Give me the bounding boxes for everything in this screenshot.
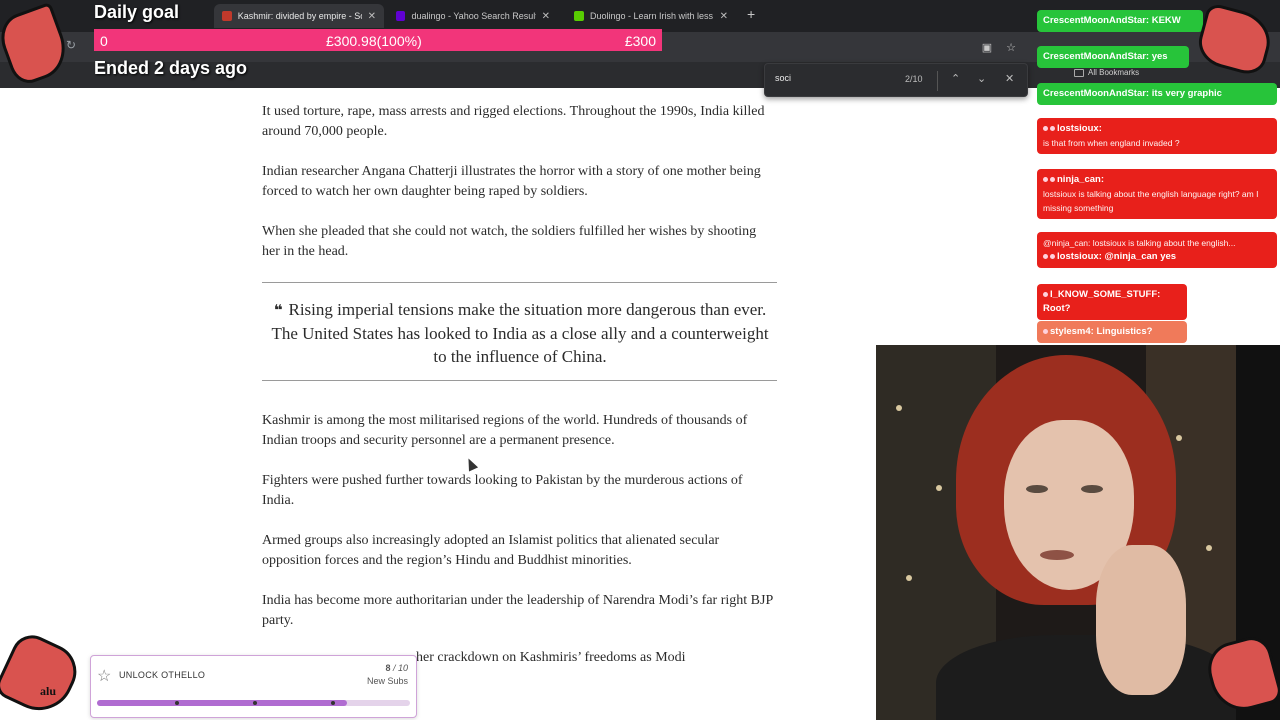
quote-icon: ❝ [273,301,283,319]
article-partial-line: her crackdown on Kashmiris’ freedoms as … [416,650,686,665]
tab-label: dualingo - Yahoo Search Results [411,11,536,21]
sub-goal-caption: New Subs [366,676,408,686]
mouse-cursor-icon [463,456,479,472]
pattern-dot [1206,545,1212,551]
article-paragraph: India has become more authoritarian unde… [262,593,773,628]
previous-match-icon[interactable]: ⌃ [951,72,960,85]
goal-status: Ended 2 days ago [94,58,248,78]
goal-start: 0 [100,33,108,49]
heart-badge-icon [1043,126,1048,131]
article-paragraph: Fighters were pushed further towards loo… [262,473,743,508]
pullquote: ❝ Rising imperial tensions make the situa… [270,298,770,368]
chat-message: stylesm4: Linguistics? [1037,321,1187,343]
star-icon: ☆ [97,668,112,685]
bookmark-star-icon[interactable]: ☆ [1004,40,1018,54]
heart-badge-icon [1043,292,1048,297]
folder-icon [1074,68,1084,77]
sub-goal-tick [253,701,257,705]
heart-badge-icon [1043,329,1048,334]
sub-goal-tick [175,701,179,705]
person-mouth [1040,550,1074,560]
chat-message: CrescentMoonAndStar: its very graphic [1037,83,1277,105]
find-match-count: 2/10 [905,74,923,84]
sub-badge-icon [1050,126,1055,131]
article-paragraph: Indian researcher Angana Chatterji illus… [262,164,761,199]
sub-badge-icon [1050,177,1055,182]
chat-message: CrescentMoonAndStar: KEKW [1037,10,1203,32]
person-shirt [936,635,1236,720]
chat-message: ninja_can: lostsioux is talking about th… [1037,169,1277,219]
sub-goal-fill [97,700,348,706]
sub-goal-count: 8 / 10 [385,663,408,673]
heart-badge-icon [1043,177,1048,182]
pattern-dot [896,405,902,411]
pattern-dot [906,575,912,581]
tab-yahoo[interactable]: dualingo - Yahoo Search Results ✕ [388,4,558,28]
article-paragraph: It used torture, rape, mass arrests and … [262,104,765,139]
sub-goal-widget: ☆ UNLOCK OTHELLO 8 / 10 New Subs [90,655,417,718]
goal-target: £300 [624,33,656,49]
chat-message: CrescentMoonAndStar: yes [1037,46,1189,68]
close-tab-icon[interactable]: ✕ [720,11,728,22]
pullquote-text: Rising imperial tensions make the situat… [271,300,769,366]
sub-badge-icon [1050,254,1055,259]
chat-message: lostsioux: is that from when england inv… [1037,118,1277,154]
find-in-page-bar: 2/10 ⌃ ⌄ ✕ [764,63,1028,97]
new-tab-button[interactable]: + [747,6,755,22]
pullquote-bottom-rule [262,380,777,381]
chat-message: I_KNOW_SOME_STUFF: Root? [1037,284,1187,320]
close-find-icon[interactable]: ✕ [1005,72,1014,85]
all-bookmarks-folder[interactable]: All Bookmarks [1074,68,1139,77]
pullquote-top-rule [262,282,777,283]
article-paragraph: Armed groups also increasingly adopted a… [262,533,720,568]
goal-title: Daily goal [94,2,180,22]
sub-goal-track [97,700,410,706]
overlay-side-text: alu [40,684,57,698]
goal-current: £300.98(100%) [326,33,422,49]
article-paragraph: Kashmir is among the most militarised re… [262,413,748,448]
article-paragraph: When she pleaded that she could not watc… [262,224,757,259]
next-match-icon[interactable]: ⌄ [977,72,986,85]
find-input[interactable] [775,73,895,83]
close-tab-icon[interactable]: ✕ [368,11,376,22]
person-eye [1081,485,1103,493]
tab-favicon-icon [222,11,232,21]
pattern-dot [936,485,942,491]
tab-label: Duolingo - Learn Irish with less [590,11,714,21]
reload-icon[interactable]: ↻ [66,38,76,52]
duolingo-favicon-icon [574,11,584,21]
close-tab-icon[interactable]: ✕ [542,11,550,22]
find-separator [937,71,938,91]
person-hand [1096,545,1186,695]
reader-mode-icon[interactable]: ▣ [980,40,994,54]
stream-screen: Kashmir: divided by empire - So ✕ dualin… [0,0,1280,720]
tab-kashmir[interactable]: Kashmir: divided by empire - So ✕ [214,4,384,28]
pattern-dot [1176,435,1182,441]
person-eye [1026,485,1048,493]
tab-duolingo[interactable]: Duolingo - Learn Irish with less ✕ [566,4,736,28]
sub-goal-tick [331,701,335,705]
yahoo-favicon-icon [396,11,406,21]
goal-progress-bar: 0 £300.98(100%) £300 [94,29,662,51]
sub-goal-title: UNLOCK OTHELLO [119,670,206,680]
chat-message: @ninja_can: lostsioux is talking about t… [1037,232,1277,268]
heart-badge-icon [1043,254,1048,259]
tab-label: Kashmir: divided by empire - So [237,11,362,21]
